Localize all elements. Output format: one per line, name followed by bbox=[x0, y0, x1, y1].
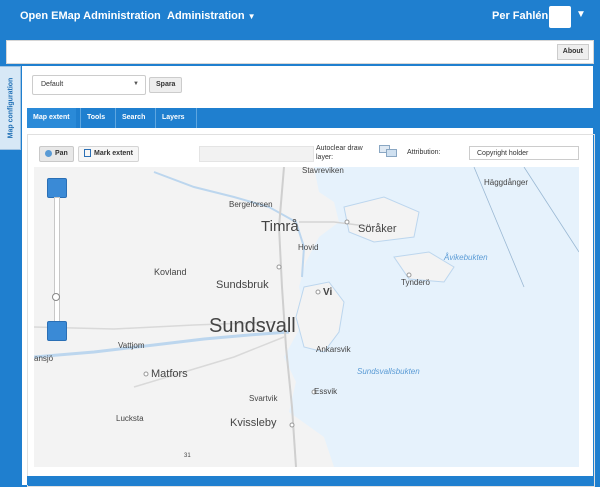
map-label: Stavreviken bbox=[302, 167, 344, 175]
map-label: Häggdånger bbox=[484, 178, 529, 187]
map-label: Essvik bbox=[314, 387, 338, 396]
side-tab-map-configuration[interactable]: Map configuration bbox=[0, 66, 21, 150]
map-label: Vi bbox=[323, 287, 333, 298]
save-button[interactable]: Spara bbox=[149, 77, 183, 93]
map-label: Åvikebukten bbox=[444, 253, 488, 262]
map-label: ansjö bbox=[34, 354, 54, 363]
administration-menu-label: Administration bbox=[167, 10, 245, 22]
tab-bar: Map extent Tools Search Layers bbox=[27, 108, 593, 128]
map-label: Sundsvall bbox=[209, 315, 296, 337]
tab-search[interactable]: Search bbox=[116, 108, 151, 128]
pan-button[interactable]: Pan bbox=[39, 146, 74, 162]
map-label: Vattjom bbox=[118, 341, 145, 350]
pan-icon bbox=[45, 149, 52, 157]
map-label: Tynderö bbox=[401, 278, 430, 287]
attribution-label: Attribution: bbox=[407, 149, 441, 156]
tab-divider bbox=[196, 108, 197, 128]
about-bar: About bbox=[6, 40, 594, 64]
rectangle-icon bbox=[84, 149, 91, 158]
top-navbar: Open EMap Administration Administration ▼… bbox=[0, 0, 600, 34]
zoom-slider-knob[interactable] bbox=[52, 293, 60, 301]
app-title[interactable]: Open EMap Administration bbox=[20, 10, 161, 22]
caret-down-icon: ▼ bbox=[133, 81, 139, 87]
chevron-down-icon[interactable]: ▼ bbox=[576, 9, 586, 20]
mark-extent-button[interactable]: Mark extent bbox=[78, 146, 139, 162]
main-content: Default ▼ Spara Map extent Tools Search … bbox=[22, 66, 595, 487]
tab-layers[interactable]: Layers bbox=[156, 108, 191, 128]
map-label: Sundsbruk bbox=[216, 279, 269, 291]
avatar[interactable] bbox=[549, 6, 571, 28]
map-label: Hovid bbox=[298, 243, 319, 252]
map-label: Söråker bbox=[358, 223, 397, 235]
autoclear-label: Autoclear draw layer: bbox=[316, 145, 363, 161]
map-label: Matfors bbox=[151, 368, 188, 380]
map-label: Timrå bbox=[261, 218, 299, 235]
side-tab-label: Map configuration bbox=[7, 77, 15, 139]
zoom-out-button[interactable] bbox=[47, 321, 67, 341]
zoom-slider-track[interactable] bbox=[54, 197, 60, 323]
map-label: 31 bbox=[184, 453, 191, 459]
user-name[interactable]: Per Fahlén bbox=[492, 10, 548, 22]
preset-select[interactable]: Default ▼ bbox=[32, 75, 146, 95]
bottom-bar bbox=[27, 476, 593, 485]
map-extent-panel: Pan Mark extent Autoclear draw layer: At… bbox=[27, 134, 595, 487]
tab-map-extent[interactable]: Map extent bbox=[27, 108, 76, 128]
chevron-down-icon: ▼ bbox=[247, 12, 256, 21]
map-label: Lucksta bbox=[116, 414, 144, 423]
about-button[interactable]: About bbox=[556, 44, 589, 60]
map-label: Svartvik bbox=[249, 394, 278, 403]
map-label: Kvissleby bbox=[230, 417, 277, 429]
preset-select-value: Default bbox=[41, 81, 64, 88]
map-label: Bergeforsen bbox=[229, 200, 273, 209]
tab-tools[interactable]: Tools bbox=[81, 108, 111, 128]
attribution-input[interactable]: Copyright holder bbox=[469, 146, 579, 160]
map-view[interactable]: Stavreviken Häggdånger Bergeforsen Timrå… bbox=[34, 167, 579, 467]
autoclear-toggle-icon[interactable] bbox=[379, 145, 397, 157]
map-label: Ankarsvik bbox=[316, 345, 351, 354]
map-label: Sundsvallsbukten bbox=[357, 367, 420, 376]
administration-menu[interactable]: Administration ▼ bbox=[167, 10, 256, 22]
zoom-in-button[interactable] bbox=[47, 178, 67, 198]
pan-button-label: Pan bbox=[55, 150, 68, 157]
map-label: Kovland bbox=[154, 267, 187, 277]
mark-extent-label: Mark extent bbox=[94, 150, 133, 157]
extent-field[interactable] bbox=[199, 146, 314, 162]
